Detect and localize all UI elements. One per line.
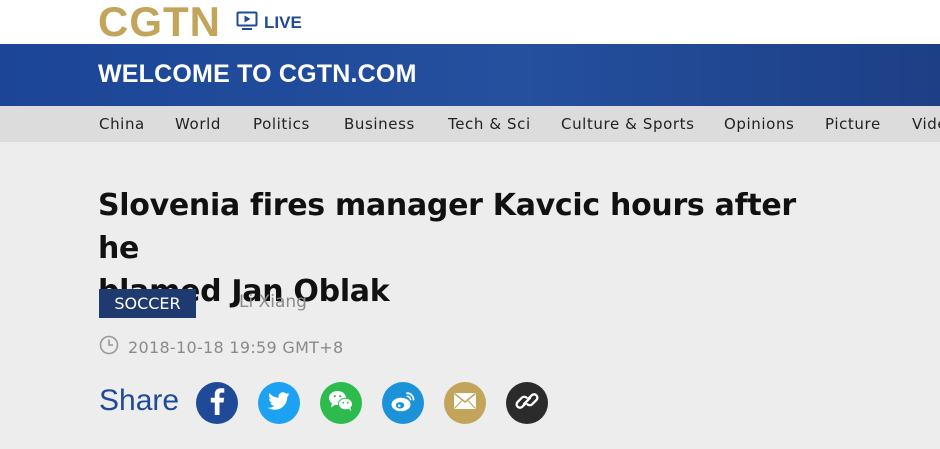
category-tag[interactable]: SOCCER (99, 289, 196, 318)
nav-item-business[interactable]: Business (344, 115, 415, 133)
top-bar: CGTN LIVE (0, 0, 940, 44)
live-label: LIVE (264, 13, 302, 32)
share-label: Share (99, 384, 180, 417)
wechat-icon (320, 380, 362, 426)
share-weibo-button[interactable] (382, 382, 424, 424)
publish-date: 2018-10-18 19:59 GMT+8 (99, 335, 343, 359)
main-nav: China World Politics Business Tech & Sci… (0, 106, 940, 142)
tv-icon (236, 11, 258, 35)
nav-item-world[interactable]: World (175, 115, 221, 133)
share-link-button[interactable] (506, 382, 548, 424)
nav-item-politics[interactable]: Politics (253, 115, 310, 133)
facebook-icon (196, 380, 238, 426)
publish-timestamp: 2018-10-18 19:59 GMT+8 (128, 337, 344, 357)
twitter-icon (258, 380, 300, 426)
nav-item-opinions[interactable]: Opinions (724, 115, 794, 133)
nav-item-picture[interactable]: Picture (825, 115, 881, 133)
headline-line-1: Slovenia fires manager Kavcic hours afte… (98, 188, 796, 266)
welcome-banner: WELCOME TO CGTN.COM (0, 44, 940, 106)
nav-item-culture-sports[interactable]: Culture & Sports (561, 115, 695, 133)
weibo-icon (382, 380, 424, 426)
author-name: Li Xiang (239, 292, 307, 312)
clock-icon (99, 335, 119, 359)
live-link[interactable]: LIVE (236, 11, 302, 35)
share-wechat-button[interactable] (320, 382, 362, 424)
article-headline: Slovenia fires manager Kavcic hours afte… (98, 184, 818, 313)
nav-item-video[interactable]: Video (912, 115, 940, 133)
cgtn-logo[interactable]: CGTN (98, 1, 221, 43)
share-facebook-button[interactable] (196, 382, 238, 424)
share-twitter-button[interactable] (258, 382, 300, 424)
share-email-button[interactable] (444, 382, 486, 424)
banner-title: WELCOME TO CGTN.COM (98, 60, 417, 88)
link-icon (506, 380, 548, 426)
share-bar: Share (99, 382, 559, 424)
email-icon (444, 380, 486, 426)
nav-item-china[interactable]: China (99, 115, 145, 133)
nav-item-tech-sci[interactable]: Tech & Sci (448, 115, 531, 133)
